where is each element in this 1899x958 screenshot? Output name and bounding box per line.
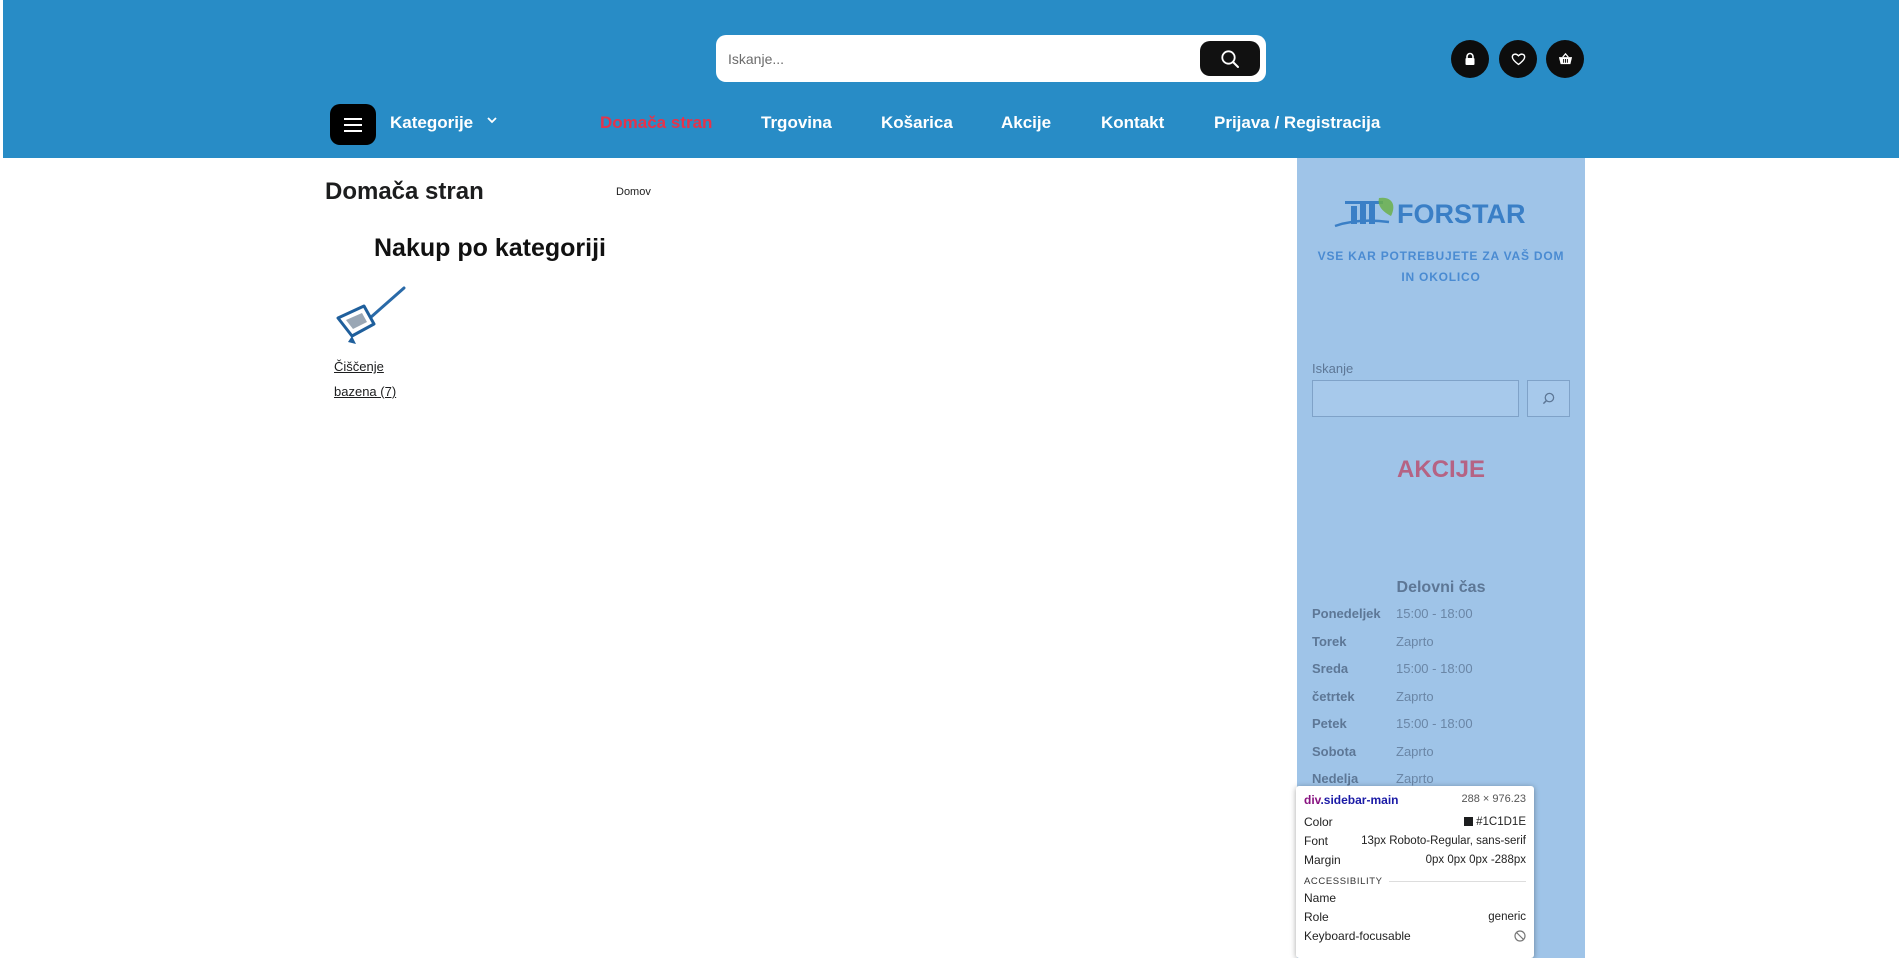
sidebar-search-input[interactable]: [1312, 380, 1519, 417]
hours-row: četrtek Zaprto: [1312, 689, 1572, 717]
nav-contact[interactable]: Kontakt: [1101, 113, 1164, 133]
section-title: Nakup po kategoriji: [374, 234, 606, 262]
devtools-inspector-tooltip: div.sidebar-main 288 × 976.23 Color #1C1…: [1296, 786, 1534, 958]
logo-text: FORSTAR: [1397, 199, 1526, 229]
inspected-element: div.sidebar-main: [1304, 793, 1399, 807]
inspector-role-row: Role generic: [1304, 910, 1526, 924]
hours-row: Sreda 15:00 - 18:00: [1312, 661, 1572, 689]
cart-button[interactable]: [1546, 40, 1584, 78]
accessibility-heading: ACCESSIBILITY: [1304, 876, 1526, 887]
hours-time: Zaprto: [1396, 688, 1434, 704]
nav-shop[interactable]: Trgovina: [761, 113, 832, 133]
hours-time: 15:00 - 18:00: [1396, 661, 1473, 676]
hours-row: Petek 15:00 - 18:00: [1312, 716, 1572, 744]
category-name-line2: bazena (7): [334, 384, 397, 399]
categories-menu-button[interactable]: [330, 104, 376, 145]
hours-row: Sobota Zaprto: [1312, 744, 1572, 772]
hours-row: Ponedeljek 15:00 - 18:00: [1312, 606, 1572, 634]
header-search-button[interactable]: [1200, 41, 1260, 76]
hours-day: Ponedeljek: [1312, 606, 1381, 621]
inspector-margin-row: Margin 0px 0px 0px -288px: [1304, 853, 1526, 867]
nav-sales[interactable]: Akcije: [1001, 113, 1051, 133]
pool-skimmer-image[interactable]: [334, 284, 408, 346]
header-search: [716, 35, 1266, 82]
category-name-line1: Čiščenje: [334, 359, 384, 374]
wishlist-button[interactable]: [1499, 40, 1537, 78]
not-allowed-icon: [1514, 930, 1526, 942]
hours-time: Zaprto: [1396, 633, 1434, 649]
opening-hours-table: Ponedeljek 15:00 - 18:00 Torek Zaprto Sred…: [1312, 606, 1572, 799]
search-icon: [1542, 392, 1555, 405]
inspector-font-row: Font 13px Roboto-Regular, sans-serif: [1304, 834, 1526, 848]
hours-day: četrtek: [1312, 688, 1355, 704]
sales-heading[interactable]: AKCIJE: [1297, 456, 1585, 484]
hours-row: Torek Zaprto: [1312, 634, 1572, 662]
hours-time: 15:00 - 18:00: [1396, 716, 1473, 731]
hours-time: Zaprto: [1396, 743, 1434, 759]
chevron-down-icon[interactable]: [486, 115, 498, 125]
forstar-logo[interactable]: FORSTAR: [1333, 192, 1553, 232]
sidebar-search-button[interactable]: [1527, 380, 1570, 417]
inspector-color-row: Color #1C1D1E: [1304, 815, 1526, 829]
inspector-keyboard-row: Keyboard-focusable: [1304, 927, 1526, 946]
breadcrumb-home[interactable]: Domov: [616, 186, 651, 198]
page-title: Domača stran: [325, 178, 484, 205]
category-pool-cleaning-link[interactable]: Čiščenje bazena (7): [334, 354, 424, 404]
nav-login-register[interactable]: Prijava / Registracija: [1214, 113, 1380, 133]
account-button[interactable]: [1451, 40, 1489, 78]
nav-cart[interactable]: Košarica: [881, 113, 953, 133]
inspector-name-row: Name: [1304, 891, 1337, 905]
hamburger-icon: [344, 117, 362, 132]
header-search-input[interactable]: [728, 45, 1188, 72]
tagline: VSE KAR POTREBUJETE ZA VAŠ DOM IN OKOLIC…: [1317, 249, 1565, 284]
categories-label[interactable]: Kategorije: [390, 113, 473, 133]
heart-icon: [1511, 53, 1525, 66]
basket-icon: [1558, 52, 1572, 65]
nav-home[interactable]: Domača stran: [600, 113, 712, 133]
hours-day: Sobota: [1312, 743, 1357, 759]
color-swatch: [1464, 817, 1474, 826]
hours-time: 15:00 - 18:00: [1396, 606, 1473, 621]
inspected-dimensions: 288 × 976.23: [1461, 793, 1526, 805]
search-icon: [1221, 49, 1239, 68]
lock-icon: [1465, 52, 1475, 65]
hours-day: Petek: [1312, 716, 1347, 731]
sidebar-search-label: Iskanje: [1312, 361, 1354, 376]
hours-day: Sreda: [1312, 661, 1349, 676]
hours-day: Torek: [1312, 633, 1347, 649]
opening-hours-title: Delovni čas: [1396, 579, 1486, 596]
